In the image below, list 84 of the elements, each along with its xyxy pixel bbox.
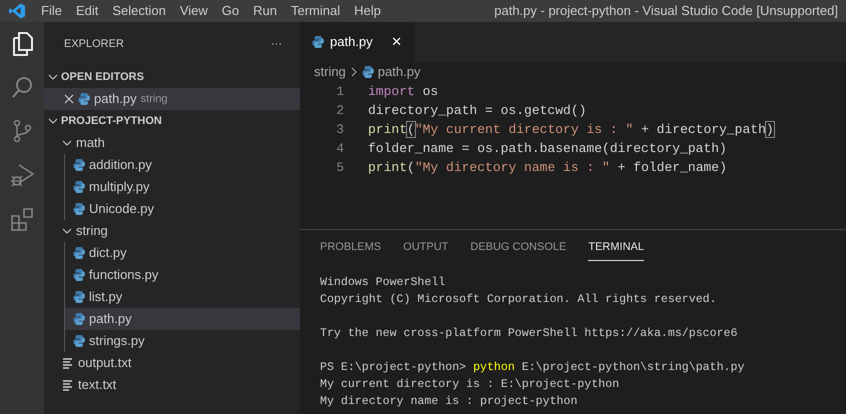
panel-tab[interactable]: TERMINAL [588,233,644,261]
line-number: 1 [335,82,345,101]
breadcrumb-item[interactable]: path.py [378,62,420,82]
editor-tab[interactable]: path.py × [300,22,414,62]
python-file-icon [73,158,85,172]
tree-row[interactable]: addition.py [65,154,300,176]
open-editor-item[interactable]: path.py string [44,88,300,110]
panel-tab[interactable]: DEBUG CONSOLE [470,233,566,261]
chevron-down-icon [62,138,72,148]
tree-row[interactable]: output.txt [44,352,300,374]
folder-label: string [140,92,168,107]
line-number: 4 [335,140,345,158]
code-text: directory_path = os.getcwd() [368,102,586,120]
window-title: path.py - project-python - Visual Studio Code [Unsupported] [494,2,839,20]
breadcrumb-item[interactable]: string [314,62,346,82]
terminal-line: PS E:\project-python> python E:\project-python\string\path.py [320,360,746,376]
text-file-icon [62,379,74,391]
file-name: path.py [94,90,137,108]
tree-row[interactable]: dict.py [65,242,300,264]
terminal-line: My directory name is : project-python [320,394,578,410]
panel-tab[interactable]: PROBLEMS [320,233,382,261]
menu-item[interactable]: Go [214,0,246,22]
python-file-icon [78,92,90,106]
file-name: list.py [89,288,122,306]
file-name: text.txt [78,376,116,394]
section-header[interactable]: OPEN EDITORS [44,66,300,88]
close-button[interactable]: × [392,29,402,55]
line-number: 3 [335,120,345,139]
file-name: functions.py [89,266,158,284]
python-file-icon [312,35,324,49]
code-text: print("My directory name is : " + folder_name) [368,158,727,177]
folder-name: string [76,222,108,240]
editor-logo-icon [9,3,25,19]
terminal-line: Copyright (C) Microsoft Corporation. All rights reserved. [320,292,718,308]
menu-item[interactable]: View [172,0,215,22]
menu-item[interactable]: Help [347,0,388,22]
menu-item[interactable]: File [34,0,69,22]
folder-name: math [76,134,105,152]
chevron-down-icon [48,116,58,126]
chevron-down-icon [62,226,72,236]
python-file-icon [362,65,374,79]
code-text: print("My current directory is : " + directory_path) [368,120,774,139]
terminal-line: Try the new cross-platform PowerShell https://aka.ms/pscore6 [320,326,738,342]
tree-row[interactable]: strings.py [65,330,300,352]
folder-tree-row[interactable]: math [44,132,300,154]
python-file-icon [73,180,85,194]
section-header[interactable]: PROJECT-PYTHON [44,110,300,132]
file-name: path.py [89,310,132,328]
python-file-icon [73,202,85,216]
file-name: strings.py [89,332,145,350]
file-name: addition.py [89,156,152,174]
more-actions-button[interactable]: ··· [271,36,282,52]
python-file-icon [73,312,85,326]
tree-row[interactable]: path.py [65,308,300,330]
code-text: import os [368,82,438,101]
file-name: output.txt [78,354,132,372]
chevron-down-icon [48,72,58,82]
menu-item[interactable]: Edit [68,0,106,22]
line-number: 2 [335,102,345,120]
sidebar-title: EXPLORER [64,36,124,52]
tree-row[interactable]: functions.py [65,264,300,286]
tree-row[interactable]: multiply.py [65,176,300,198]
menu-item[interactable]: Run [246,0,284,22]
tree-row[interactable]: list.py [65,286,300,308]
panel-tab[interactable]: OUTPUT [403,233,448,261]
chevron-right-icon [350,67,358,77]
file-name: dict.py [89,244,127,262]
python-file-icon [73,246,85,260]
close-icon [64,94,74,104]
file-name: Unicode.py [89,200,154,218]
folder-tree-row[interactable]: string [44,220,300,242]
code-text: folder_name = os.path.basename(directory_path) [368,140,727,158]
tree-row[interactable]: Unicode.py [65,198,300,220]
line-number: 5 [335,158,345,177]
tree-row[interactable]: text.txt [44,374,300,396]
file-name: multiply.py [89,178,150,196]
terminal-line: Windows PowerShell [320,275,446,291]
menu-item[interactable]: Selection [105,0,173,22]
text-file-icon [62,357,74,369]
python-file-icon [73,268,85,282]
menu-item[interactable]: Terminal [284,0,348,22]
terminal-line: My current directory is : E:\project-python [320,377,620,393]
python-file-icon [73,334,85,348]
python-file-icon [73,290,85,304]
